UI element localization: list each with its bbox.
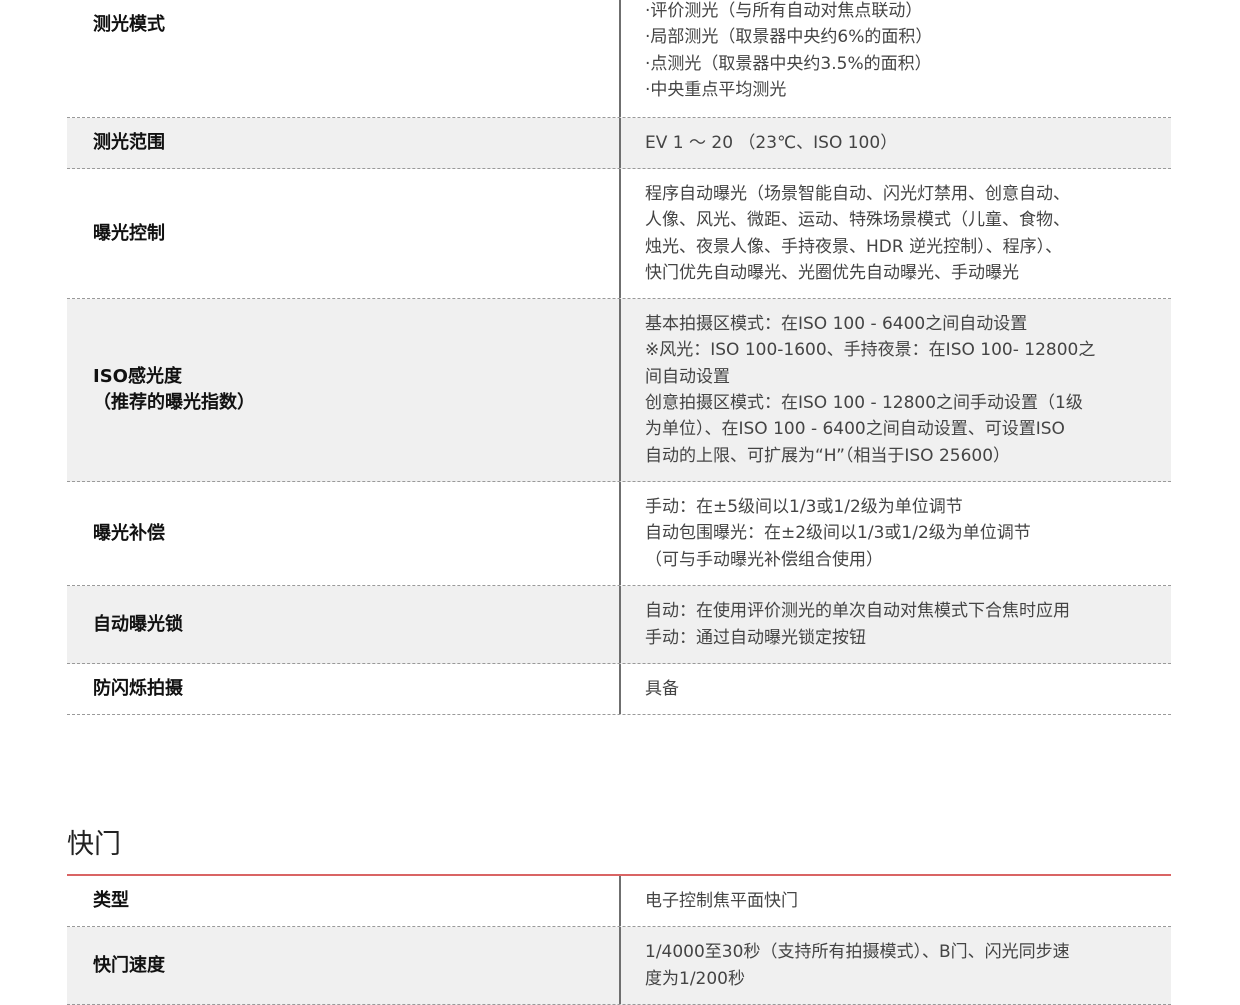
spec-value-line: 自动：在使用评价测光的单次自动对焦模式下合焦时应用 <box>645 601 1070 622</box>
spec-value-line: ·中央重点平均测光 <box>645 79 787 100</box>
spec-value-line: 快门优先自动曝光、光圈优先自动曝光、手动曝光 <box>645 262 1019 283</box>
spec-value-line: 间自动设置 <box>645 366 730 387</box>
spec-value-line: 手动：在±5级间以1/3或1/2级为单位调节 <box>645 497 963 518</box>
spec-value-line: ·点测光（取景器中央约3.5%的面积） <box>645 53 932 74</box>
spec-row-iso-sensitivity: ISO感光度 （推荐的曝光指数） 基本拍摄区模式：在ISO 100 - 6400… <box>67 299 1171 482</box>
spec-row-metering-mode: 测光模式 ·评价测光（与所有自动对焦点联动） ·局部测光（取景器中央约6%的面积… <box>67 0 1171 118</box>
spec-value: EV 1 ～ 20 （23℃、ISO 100） <box>621 118 1171 168</box>
spec-label: 测光模式 <box>67 0 619 117</box>
section-title-shutter: 快门 <box>67 829 121 860</box>
spec-value-line: 1/4000至30秒（支持所有拍摄模式）、B门、闪光同步速 <box>645 942 1070 963</box>
spec-value-line: 烛光、夜景人像、手持夜景、HDR 逆光控制）、程序）、 <box>645 236 1063 257</box>
spec-value: 手动：在±5级间以1/3或1/2级为单位调节 自动包围曝光：在±2级间以1/3或… <box>621 482 1171 585</box>
spec-row-flicker-detection: 防闪烁拍摄 具备 <box>67 664 1171 715</box>
spec-value-line: 自动的上限、可扩展为“H”（相当于ISO 25600） <box>645 445 1011 466</box>
spec-value: 电子控制焦平面快门 <box>621 876 1171 926</box>
spec-label: 快门速度 <box>67 927 619 1004</box>
spec-row-metering-range: 测光范围 EV 1 ～ 20 （23℃、ISO 100） <box>67 118 1171 169</box>
spec-value-line: 手动：通过自动曝光锁定按钮 <box>645 627 866 648</box>
spec-value-line: 为单位）、在ISO 100 - 6400之间自动设置、可设置ISO <box>645 419 1065 440</box>
spec-label-text: 曝光控制 <box>93 222 165 244</box>
spec-label-text: 快门速度 <box>93 954 165 976</box>
spec-value-line: 人像、风光、微距、运动、特殊场景模式（儿童、食物、 <box>645 210 1070 231</box>
exposure-spec-table: 测光模式 ·评价测光（与所有自动对焦点联动） ·局部测光（取景器中央约6%的面积… <box>67 0 1171 715</box>
spec-value-line: 基本拍摄区模式：在ISO 100 - 6400之间自动设置 <box>645 314 1028 335</box>
spec-row-shutter-type: 类型 电子控制焦平面快门 <box>67 876 1171 927</box>
spec-value-line: ·评价测光（与所有自动对焦点联动） <box>645 1 923 21</box>
spec-label-text: （推荐的曝光指数） <box>93 392 255 413</box>
spec-value: 基本拍摄区模式：在ISO 100 - 6400之间自动设置 ※风光：ISO 10… <box>621 299 1171 481</box>
spec-label-text: 曝光补偿 <box>93 522 165 544</box>
spec-label-text: 测光范围 <box>93 132 165 153</box>
spec-value-line: ·局部测光（取景器中央约6%的面积） <box>645 27 933 48</box>
spec-value: 1/4000至30秒（支持所有拍摄模式）、B门、闪光同步速 度为1/200秒 <box>621 927 1171 1004</box>
spec-label-text: ISO感光度 <box>93 366 182 387</box>
spec-label-text: 防闪烁拍摄 <box>93 678 183 699</box>
spec-row-exposure-control: 曝光控制 程序自动曝光（场景智能自动、闪光灯禁用、创意自动、 人像、风光、微距、… <box>67 169 1171 299</box>
spec-label: 类型 <box>67 876 619 926</box>
spec-value-line: 具备 <box>645 678 679 699</box>
spec-value-line: EV 1 ～ 20 （23℃、ISO 100） <box>645 132 898 153</box>
spec-value-line: 度为1/200秒 <box>645 968 745 989</box>
spec-row-exposure-compensation: 曝光补偿 手动：在±5级间以1/3或1/2级为单位调节 自动包围曝光：在±2级间… <box>67 482 1171 586</box>
spec-value: 具备 <box>621 664 1171 714</box>
spec-label: 曝光控制 <box>67 169 619 298</box>
spec-value-line: 程序自动曝光（场景智能自动、闪光灯禁用、创意自动、 <box>645 183 1070 204</box>
spec-value: 自动：在使用评价测光的单次自动对焦模式下合焦时应用 手动：通过自动曝光锁定按钮 <box>621 586 1171 663</box>
spec-value-line: ※风光：ISO 100-1600、手持夜景：在ISO 100- 12800之 <box>645 340 1096 361</box>
spec-value-line: 创意拍摄区模式：在ISO 100 - 12800之间手动设置（1级 <box>645 393 1083 413</box>
spec-label: ISO感光度 （推荐的曝光指数） <box>67 299 619 481</box>
spec-value: 程序自动曝光（场景智能自动、闪光灯禁用、创意自动、 人像、风光、微距、运动、特殊… <box>621 169 1171 298</box>
spec-value-line: 自动包围曝光：在±2级间以1/3或1/2级为单位调节 <box>645 523 1031 544</box>
spec-value-line: （可与手动曝光补偿组合使用） <box>645 549 883 570</box>
spec-label: 曝光补偿 <box>67 482 619 585</box>
spec-label-text: 测光模式 <box>93 14 165 35</box>
shutter-spec-table: 类型 电子控制焦平面快门 快门速度 1/4000至30秒（支持所有拍摄模式）、B… <box>67 876 1171 1005</box>
spec-value: ·评价测光（与所有自动对焦点联动） ·局部测光（取景器中央约6%的面积） ·点测… <box>621 0 1171 117</box>
spec-row-shutter-speed: 快门速度 1/4000至30秒（支持所有拍摄模式）、B门、闪光同步速 度为1/2… <box>67 927 1171 1005</box>
spec-value-line: 电子控制焦平面快门 <box>645 890 798 911</box>
spec-label-text: 类型 <box>93 890 129 911</box>
spec-label: 测光范围 <box>67 118 619 168</box>
spec-row-ae-lock: 自动曝光锁 自动：在使用评价测光的单次自动对焦模式下合焦时应用 手动：通过自动曝… <box>67 586 1171 664</box>
spec-label: 防闪烁拍摄 <box>67 664 619 714</box>
spec-label: 自动曝光锁 <box>67 586 619 663</box>
spec-label-text: 自动曝光锁 <box>93 613 183 635</box>
